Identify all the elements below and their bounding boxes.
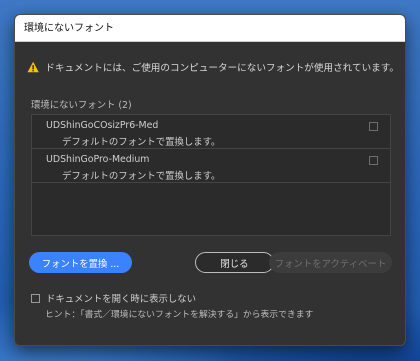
replace-fonts-button[interactable]: フォントを置換 ... (29, 252, 132, 273)
warning-message: ドキュメントには、ご使用のコンピューターにないフォントが使用されています。 (45, 63, 399, 74)
warning-triangle-icon (27, 61, 39, 73)
font-name: UDShinGoCOsizPr6-Med (46, 120, 159, 131)
missing-fonts-dialog: 環境にないフォント ドキュメントには、ご使用のコンピューターにないフォントが使用… (14, 14, 406, 346)
list-item[interactable]: UDShinGoPro-Medium デフォルトのフォントで置換します。 (32, 149, 390, 183)
dialog-title: 環境にないフォント (15, 15, 405, 42)
font-checkbox[interactable] (369, 156, 378, 165)
dont-show-label: ドキュメントを開く時に表示しない (46, 294, 197, 305)
warning-row: ドキュメントには、ご使用のコンピューターにないフォントが使用されています。 (27, 55, 399, 79)
missing-fonts-label: 環境にないフォント (2) (31, 100, 132, 111)
missing-fonts-list: UDShinGoCOsizPr6-Med デフォルトのフォントで置換します。 U… (31, 114, 391, 236)
activate-fonts-button: フォントをアクティベート (269, 252, 392, 273)
close-button[interactable]: 閉じる (195, 252, 274, 273)
list-item[interactable]: UDShinGoCOsizPr6-Med デフォルトのフォントで置換します。 (32, 115, 390, 149)
font-description: デフォルトのフォントで置換します。 (62, 137, 221, 148)
hint-text: ヒント：「書式／環境にないフォントを解決する」から表示できます (45, 310, 314, 320)
font-checkbox[interactable] (369, 122, 378, 131)
font-name: UDShinGoPro-Medium (46, 154, 150, 165)
dont-show-checkbox[interactable] (31, 293, 40, 303)
font-description: デフォルトのフォントで置換します。 (62, 171, 221, 182)
dont-show-checkbox-row[interactable]: ドキュメントを開く時に表示しない (31, 291, 196, 305)
